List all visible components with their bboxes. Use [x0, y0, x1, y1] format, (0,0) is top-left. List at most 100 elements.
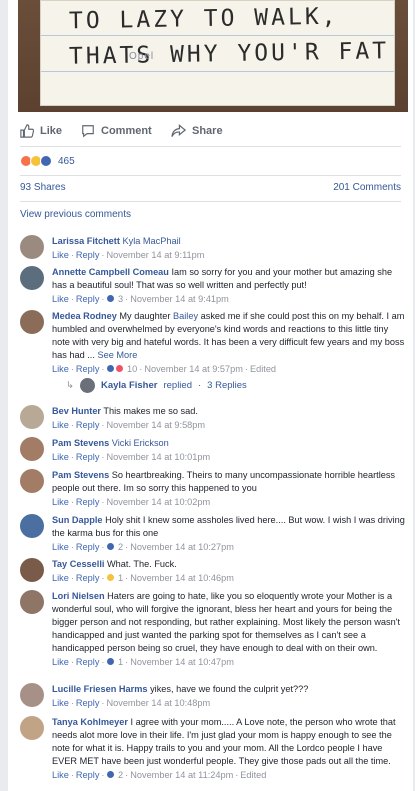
separator: ·: [198, 380, 202, 391]
comment: Sun Dapple Holy shit I knew some asshole…: [20, 514, 405, 554]
comment-time[interactable]: November 14 at 9:57pm: [144, 364, 243, 374]
avatar[interactable]: [20, 469, 44, 493]
comment-edited[interactable]: Edited: [240, 770, 266, 780]
avatar[interactable]: [20, 310, 44, 334]
comment-text: Haters are going to hate, like you so el…: [52, 591, 401, 653]
comment-author[interactable]: Medea Rodney: [52, 311, 117, 321]
separator: ·: [139, 364, 143, 374]
avatar[interactable]: [20, 558, 44, 582]
comment-author[interactable]: Larissa Fitchett: [52, 236, 120, 246]
comment-time[interactable]: November 14 at 11:24pm: [130, 770, 233, 780]
comment-like-link[interactable]: Like: [52, 294, 69, 304]
comment: Tay Cesselli What. The. Fuck. Like · Reply…: [20, 558, 405, 585]
avatar[interactable]: [20, 235, 44, 259]
comment-text: Holy shit I knew some assholes lived her…: [52, 515, 405, 538]
post-photo[interactable]: TO LAZY TO WALK, THATS WHY YOU'R FAT Ope…: [18, 0, 408, 112]
comment-edited[interactable]: Edited: [250, 364, 276, 374]
comment-reaction-count[interactable]: 1: [118, 657, 123, 667]
comment-time[interactable]: November 14 at 9:41pm: [130, 294, 229, 304]
comment-time[interactable]: November 14 at 10:46pm: [130, 573, 234, 583]
comment-meta: Like · Reply · 1 · November 14 at 10:47pm: [52, 656, 405, 669]
comment-like-link[interactable]: Like: [52, 452, 69, 462]
comment-reaction-count[interactable]: 2: [118, 542, 123, 552]
avatar[interactable]: [20, 683, 44, 707]
like-reaction-icon: [106, 364, 116, 373]
like-button[interactable]: Like: [20, 124, 62, 138]
comment-reply-link[interactable]: Reply: [76, 657, 100, 667]
comment-like-link[interactable]: Like: [52, 364, 69, 374]
comment-body: Tanya Kohlmeyer I agree with your mom...…: [52, 716, 405, 782]
comment-body: Medea Rodney My daughter Bailey asked me…: [52, 310, 405, 376]
comment-author[interactable]: Pam Stevens: [52, 438, 109, 448]
comment-time[interactable]: November 14 at 9:11pm: [106, 250, 204, 260]
love-reaction-icon: [115, 364, 125, 373]
separator: ·: [101, 250, 105, 260]
comment-author[interactable]: Lucille Friesen Harms: [52, 684, 148, 694]
comment-like-link[interactable]: Like: [52, 573, 69, 583]
avatar[interactable]: [20, 405, 44, 429]
comment-reaction-count[interactable]: 10: [127, 364, 137, 374]
comment-author[interactable]: Pam Stevens: [52, 470, 109, 480]
comment-reply-link[interactable]: Reply: [76, 770, 100, 780]
comment-like-link[interactable]: Like: [52, 657, 69, 667]
comment-time[interactable]: November 14 at 10:47pm: [130, 657, 234, 667]
comment-reply-link[interactable]: Reply: [76, 698, 100, 708]
reaction-summary[interactable]: 465: [20, 152, 75, 170]
avatar[interactable]: [20, 514, 44, 538]
comment-like-link[interactable]: Like: [52, 497, 69, 507]
avatar[interactable]: [20, 437, 44, 461]
comment-body: Bev Hunter This makes me so sad. Like · Re…: [52, 405, 405, 432]
comment-time[interactable]: November 14 at 10:01pm: [106, 452, 210, 462]
comment-like-link[interactable]: Like: [52, 420, 69, 430]
comment-author[interactable]: Lori Nielsen: [52, 591, 105, 601]
shares-count[interactable]: 93 Shares: [20, 182, 66, 193]
comment-reply-link[interactable]: Reply: [76, 420, 100, 430]
note-text-line2: THATS WHY YOU'R FAT: [68, 38, 390, 70]
comment-like-link[interactable]: Like: [52, 250, 69, 260]
post-card: TO LAZY TO WALK, THATS WHY YOU'R FAT Ope…: [8, 0, 413, 791]
see-more-link[interactable]: See More: [97, 350, 137, 360]
comment-author[interactable]: Sun Dapple: [52, 515, 103, 525]
comment-tag[interactable]: Bailey: [173, 311, 198, 321]
comment-tag[interactable]: Vicki Erickson: [112, 438, 169, 448]
separator: ·: [101, 452, 105, 462]
separator: ·: [70, 573, 74, 583]
like-reaction-icon: [40, 155, 52, 167]
comment-author[interactable]: Annette Campbell Comeau: [52, 267, 169, 277]
comment-reaction-count[interactable]: 3: [118, 294, 123, 304]
comment-reply-link[interactable]: Reply: [76, 452, 100, 462]
comment-meta: Like · Reply · 3 · November 14 at 9:41pm: [52, 293, 405, 306]
comment-like-link[interactable]: Like: [52, 698, 69, 708]
comment-time[interactable]: November 14 at 10:27pm: [130, 542, 234, 552]
avatar[interactable]: [20, 590, 44, 614]
comment-author[interactable]: Tanya Kohlmeyer: [52, 717, 128, 727]
replies-summary[interactable]: ↳ Kayla Fisher replied · 3 Replies: [66, 378, 247, 393]
comment-reply-link[interactable]: Reply: [76, 250, 100, 260]
comment-reply-link[interactable]: Reply: [76, 294, 100, 304]
comment-reply-link[interactable]: Reply: [76, 573, 100, 583]
reply-arrow-icon: ↳: [66, 380, 74, 391]
comment-time[interactable]: November 14 at 9:58pm: [106, 420, 205, 430]
comment-meta: Like · Reply · November 14 at 10:01pm: [52, 451, 405, 464]
avatar[interactable]: [20, 716, 44, 740]
avatar[interactable]: [20, 266, 44, 290]
comment-time[interactable]: November 14 at 10:02pm: [106, 497, 210, 507]
comment-reply-link[interactable]: Reply: [76, 497, 100, 507]
comment-label: Comment: [101, 125, 152, 137]
note-brand: Opel: [129, 51, 155, 62]
comment-button[interactable]: Comment: [81, 124, 152, 138]
comment-reply-link[interactable]: Reply: [76, 364, 100, 374]
comment-like-link[interactable]: Like: [52, 770, 69, 780]
comment-reaction-count[interactable]: 2: [118, 770, 123, 780]
comment-tag[interactable]: Kyla MacPhail: [122, 236, 180, 246]
comment-like-link[interactable]: Like: [52, 542, 69, 552]
comment-author[interactable]: Bev Hunter: [52, 406, 101, 416]
view-previous-comments-link[interactable]: View previous comments: [20, 209, 131, 220]
comments-count[interactable]: 201 Comments: [333, 182, 401, 193]
comment-time[interactable]: November 14 at 10:48pm: [106, 698, 210, 708]
share-button[interactable]: Share: [171, 124, 223, 138]
comment-author[interactable]: Tay Cesselli: [52, 559, 104, 569]
comment-icon: [82, 125, 94, 138]
comment-reply-link[interactable]: Reply: [76, 542, 100, 552]
comment-reaction-count[interactable]: 1: [118, 573, 123, 583]
